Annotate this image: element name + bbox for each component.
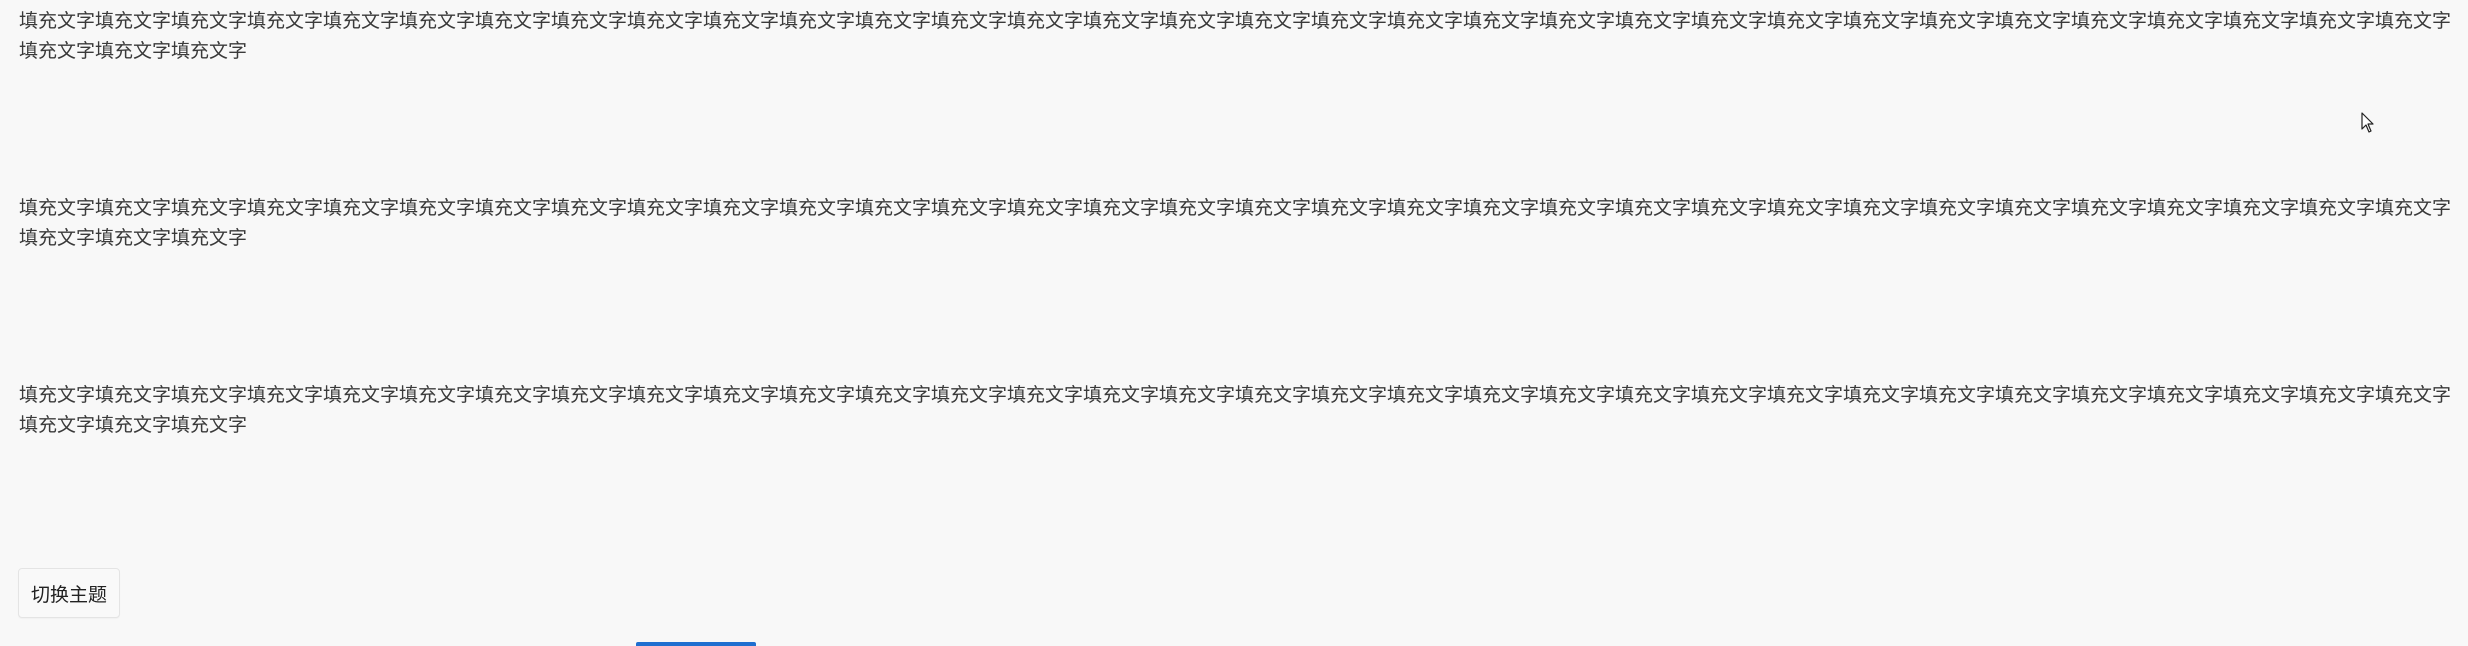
toggle-theme-button[interactable]: 切换主题 <box>18 568 121 618</box>
filler-paragraph-3: 填充文字填充文字填充文字填充文字填充文字填充文字填充文字填充文字填充文字填充文字… <box>19 384 2452 436</box>
bottom-accent-bar <box>636 642 756 646</box>
mouse-pointer-icon <box>2361 112 2374 133</box>
page-container: 填充文字填充文字填充文字填充文字填充文字填充文字填充文字填充文字填充文字填充文字… <box>0 0 2468 646</box>
filler-paragraph-1: 填充文字填充文字填充文字填充文字填充文字填充文字填充文字填充文字填充文字填充文字… <box>19 10 2452 62</box>
filler-paragraph-2: 填充文字填充文字填充文字填充文字填充文字填充文字填充文字填充文字填充文字填充文字… <box>19 197 2452 249</box>
